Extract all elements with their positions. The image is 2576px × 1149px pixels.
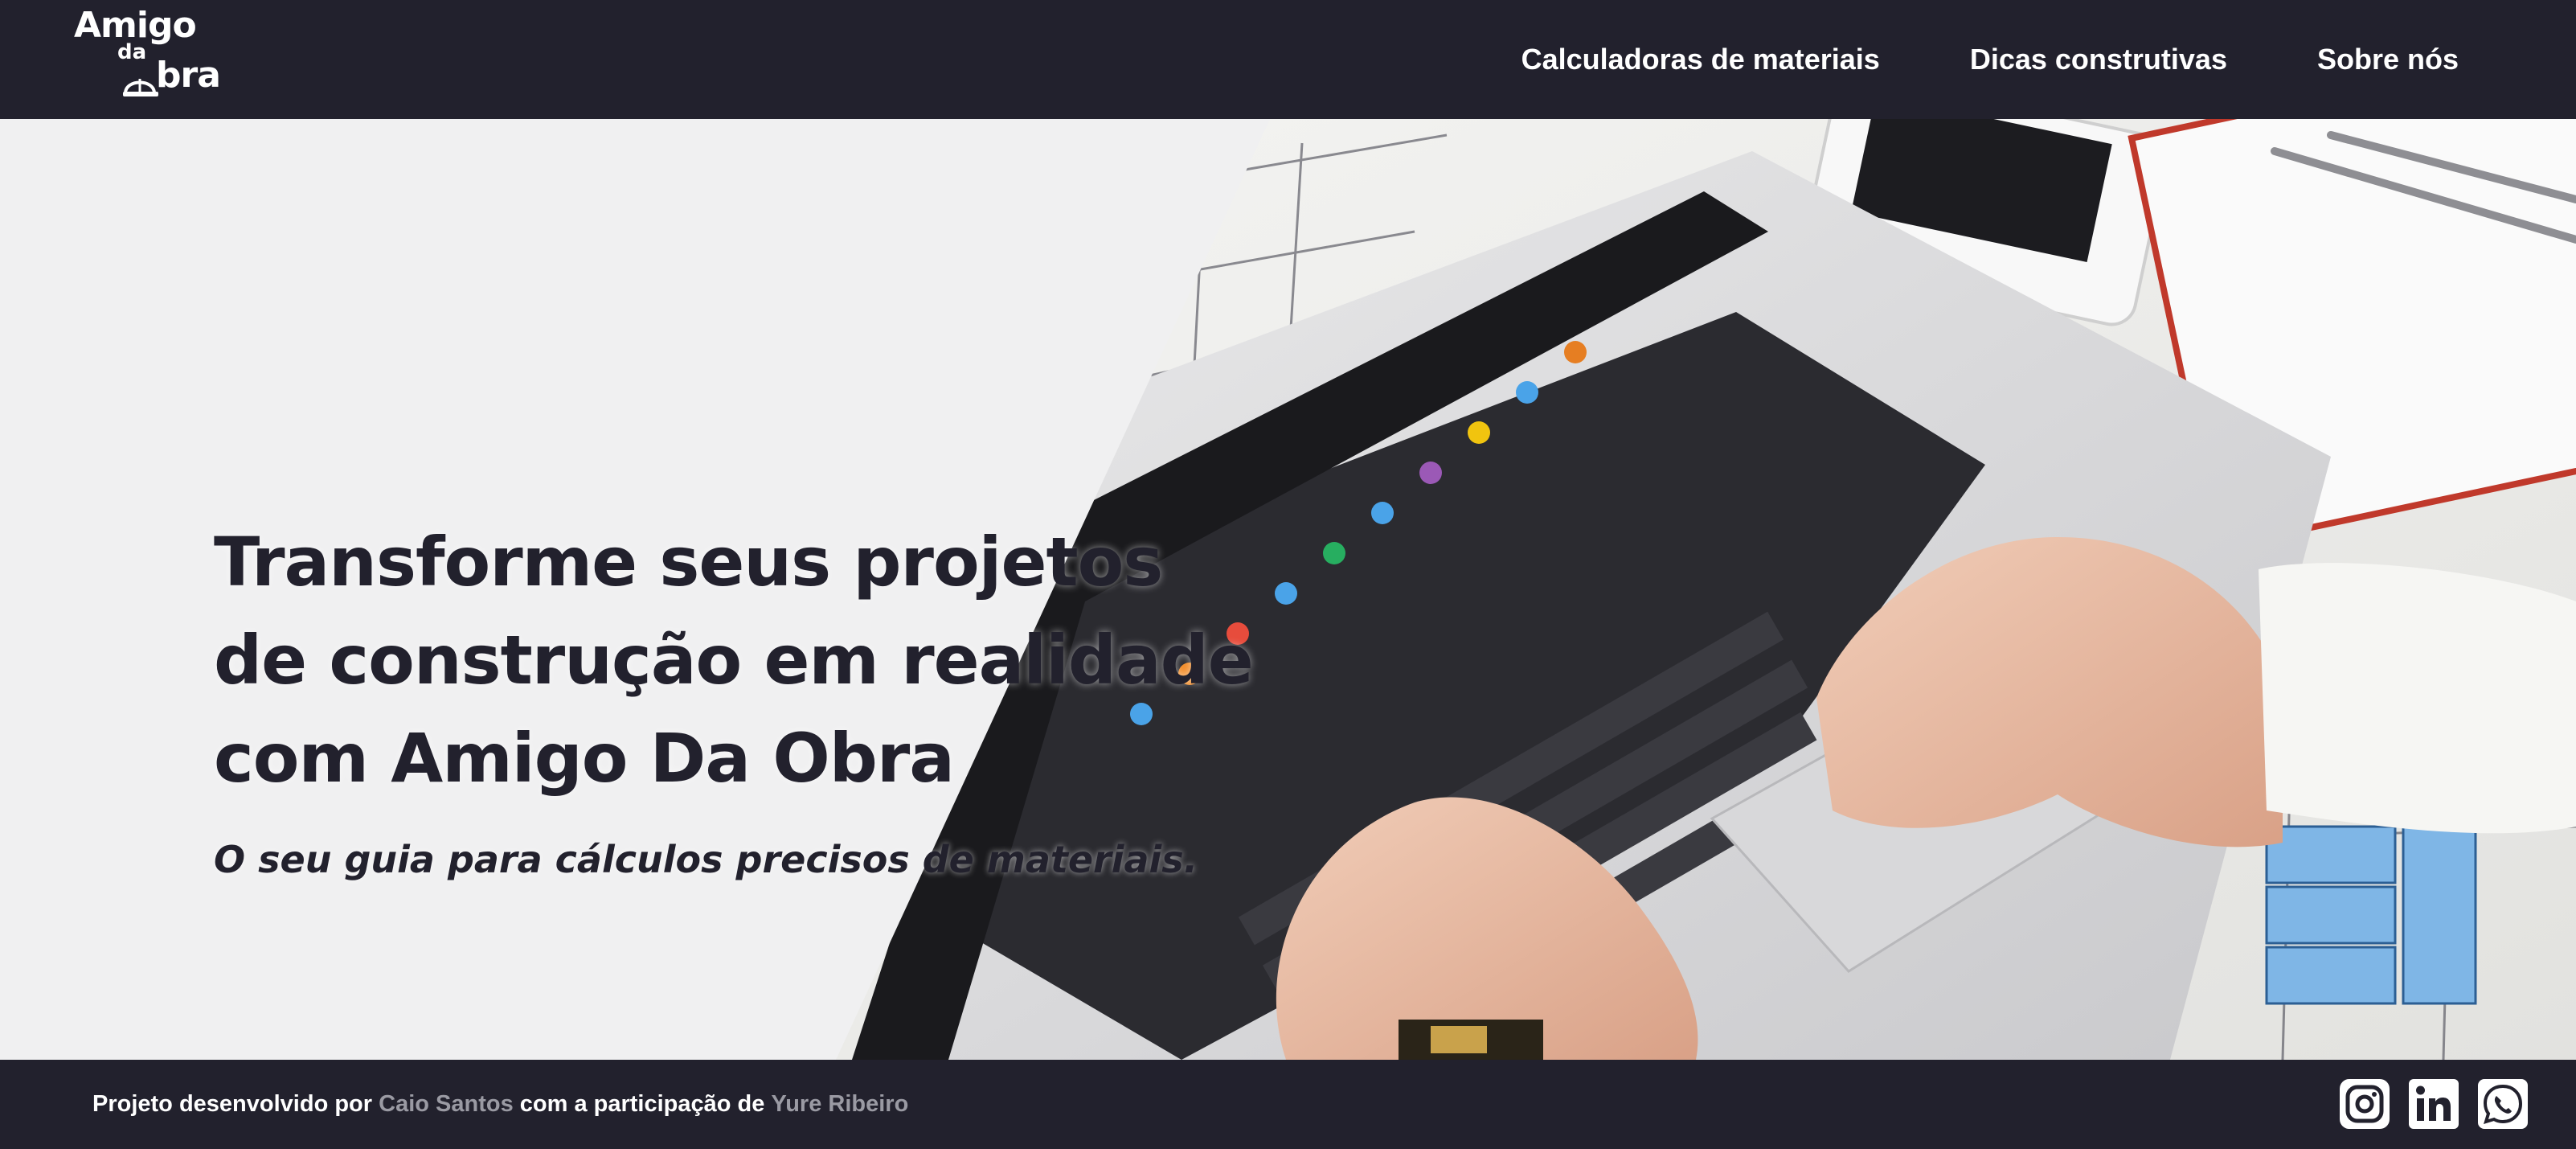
hero-headline: Transforme seus projetos de construção e… [214, 513, 1254, 807]
credits-prefix: Projeto desenvolvido por [92, 1091, 379, 1117]
footer-credits: Projeto desenvolvido por Caio Santos com… [92, 1060, 908, 1149]
page-footer: Projeto desenvolvido por Caio Santos com… [0, 1060, 2576, 1149]
nav-dicas[interactable]: Dicas construtivas [1970, 43, 2227, 76]
logo-word-da: da [117, 40, 147, 64]
instagram-icon[interactable] [2340, 1079, 2390, 1129]
top-navbar: Amigo da bra Calculadoras de materiais D… [0, 0, 2576, 119]
linkedin-icon[interactable] [2409, 1079, 2459, 1129]
nav-calculadoras[interactable]: Calculadoras de materiais [1521, 43, 1880, 76]
headline-line-3: com Amigo Da Obra [214, 719, 955, 798]
collaborator-link[interactable]: Yure Ribeiro [771, 1091, 908, 1118]
author-link[interactable]: Caio Santos [379, 1091, 514, 1118]
nav-sobre[interactable]: Sobre nós [2317, 43, 2459, 76]
headline-line-1: Transforme seus projetos [214, 523, 1163, 601]
amigo-da-obra-logo[interactable]: Amigo da bra [72, 5, 241, 100]
hero-text-block: Transforme seus projetos de construção e… [214, 513, 1254, 881]
whatsapp-icon[interactable] [2478, 1079, 2528, 1129]
hero-section: Transforme seus projetos de construção e… [0, 119, 2576, 1060]
social-links [2340, 1079, 2528, 1129]
hero-subtitle: O seu guia para cálculos precisos de mat… [214, 838, 1198, 881]
headline-line-2: de construção em realidade [214, 621, 1254, 700]
helmet-icon [123, 79, 158, 96]
logo-word-obra: bra [156, 55, 221, 96]
main-nav: Calculadoras de materiais Dicas construt… [1521, 0, 2459, 119]
credits-middle: com a participação de [513, 1091, 772, 1117]
